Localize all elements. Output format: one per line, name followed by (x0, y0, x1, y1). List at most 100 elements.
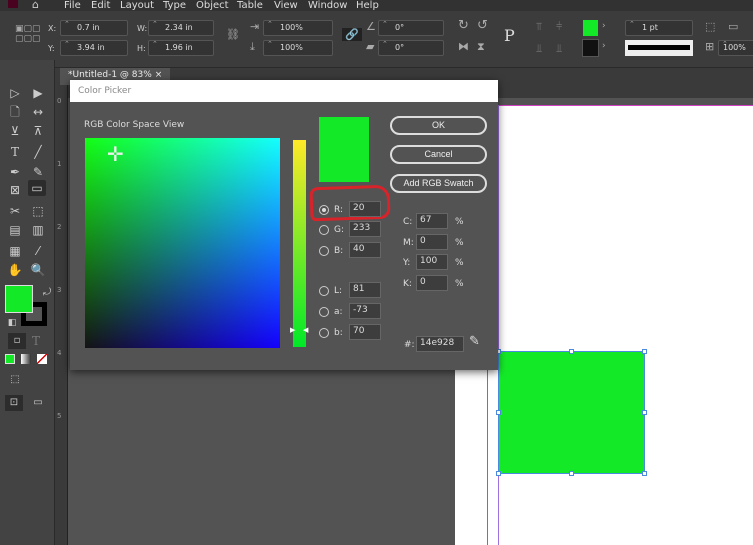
fill-swatch[interactable] (583, 20, 598, 36)
crosshair-icon[interactable]: ✛ (107, 144, 124, 164)
scale-y-field[interactable]: 100% (263, 40, 333, 56)
r-input[interactable]: 20 (349, 201, 381, 217)
gap-tool-icon[interactable]: ↔ (29, 104, 47, 120)
ok-button[interactable]: OK (390, 116, 487, 135)
distribute-bottom-icon[interactable]: ⫫ (556, 42, 562, 56)
apply-color-icon[interactable] (5, 354, 15, 364)
link-scale-icon[interactable]: 🔗 (342, 28, 362, 41)
lab-b-radio[interactable] (319, 328, 329, 338)
y-field[interactable]: 3.94 in (60, 40, 128, 56)
screen-mode-icon[interactable]: ⬚ (6, 372, 24, 388)
red-slider[interactable] (293, 140, 306, 347)
constrain-proportions-icon[interactable]: ⛓ (226, 28, 240, 41)
gradient-feather-tool-icon[interactable]: ▥ (29, 222, 47, 238)
menu-table[interactable]: Table (237, 0, 263, 11)
pen-tool-icon[interactable]: ✒ (6, 164, 24, 180)
x-field[interactable]: 0.7 in (60, 20, 128, 36)
preview-mode-icon[interactable]: ▭ (29, 395, 47, 411)
eyedropper-icon[interactable]: ✎ (469, 334, 480, 349)
height-field[interactable]: 1.96 in (148, 40, 214, 56)
b-radio[interactable] (319, 246, 329, 256)
default-colors-icon[interactable]: ◧ (3, 315, 21, 331)
selection-tool-icon[interactable]: ▷ (6, 85, 24, 101)
add-rgb-swatch-button[interactable]: Add RGB Swatch (390, 174, 487, 193)
g-radio[interactable] (319, 225, 329, 235)
type-tool-icon[interactable]: T (6, 144, 24, 160)
selection-handle[interactable] (496, 410, 501, 415)
rotate-ccw-icon[interactable]: ↺ (477, 18, 488, 33)
rotate-cw-icon[interactable]: ↻ (458, 18, 469, 33)
menu-file[interactable]: File (64, 0, 81, 11)
m-input[interactable]: 0 (416, 234, 448, 250)
menu-edit[interactable]: Edit (91, 0, 110, 11)
r-radio[interactable] (319, 205, 329, 215)
menu-type[interactable]: Type (163, 0, 186, 11)
hand-tool-icon[interactable]: ✋ (6, 262, 24, 278)
a-input[interactable]: -73 (349, 303, 381, 319)
page-tool-icon[interactable]: 🗋 (6, 104, 24, 120)
frame-fitting-icon[interactable]: ⬚ (705, 20, 715, 33)
menu-help[interactable]: Help (356, 0, 379, 11)
free-transform-tool-icon[interactable]: ⬚ (29, 203, 47, 219)
line-tool-icon[interactable]: ╱ (29, 144, 47, 160)
selection-handle[interactable] (642, 349, 647, 354)
color-field[interactable]: ✛ (85, 138, 280, 348)
hex-input[interactable]: 14e928 (416, 336, 464, 352)
k-input[interactable]: 0 (416, 275, 448, 291)
rotation-field[interactable]: 0° (378, 20, 444, 36)
selection-handle[interactable] (642, 410, 647, 415)
direct-selection-tool-icon[interactable]: ▶ (29, 85, 47, 101)
cancel-button[interactable]: Cancel (390, 145, 487, 164)
stroke-weight-field[interactable]: 1 pt (625, 20, 693, 36)
gradient-swatch-tool-icon[interactable]: ▤ (6, 222, 24, 238)
normal-view-icon[interactable]: ⊡ (5, 395, 23, 411)
flip-horizontal-icon[interactable]: ⧓ (458, 40, 469, 53)
eyedropper-tool-icon[interactable]: ⁄ (29, 243, 47, 259)
distribute-icon[interactable]: ⫩ (556, 20, 562, 34)
apply-none-icon[interactable] (37, 354, 47, 364)
menu-view[interactable]: View (274, 0, 298, 11)
l-input[interactable]: 81 (349, 282, 381, 298)
selection-handle[interactable] (496, 471, 501, 476)
flip-vertical-icon[interactable]: ⧗ (477, 40, 485, 54)
stroke-type-dropdown[interactable] (625, 40, 693, 56)
slider-handle-right-icon[interactable]: ◀ (303, 326, 308, 334)
scissors-tool-icon[interactable]: ✂ (6, 203, 24, 219)
menu-window[interactable]: Window (308, 0, 347, 11)
opacity-field[interactable]: 100% (718, 40, 753, 56)
shear-field[interactable]: 0° (378, 40, 444, 56)
home-icon[interactable]: ⌂ (32, 0, 39, 10)
selection-handle[interactable] (569, 349, 574, 354)
zoom-tool-icon[interactable]: 🔍 (29, 262, 47, 278)
slider-handle-left-icon[interactable]: ▶ (290, 326, 295, 334)
content-placer-icon[interactable]: ⊼ (29, 123, 47, 139)
align-icon[interactable]: ⫪ (536, 20, 542, 34)
a-radio[interactable] (319, 307, 329, 317)
p-icon[interactable]: P (504, 26, 515, 45)
note-tool-icon[interactable]: ▦ (6, 243, 24, 259)
y-input[interactable]: 100 (416, 254, 448, 270)
align-bottom-icon[interactable]: ⫫ (536, 42, 542, 56)
fill-color-box[interactable] (5, 285, 33, 313)
menu-object[interactable]: Object (196, 0, 229, 11)
content-fit-icon[interactable]: ▭ (728, 20, 738, 33)
c-input[interactable]: 67 (416, 213, 448, 229)
g-input[interactable]: 233 (349, 221, 381, 237)
lab-b-input[interactable]: 70 (349, 324, 381, 340)
pencil-tool-icon[interactable]: ✎ (29, 164, 47, 180)
reference-point-icon[interactable]: ▣▢▢ ▢▢▢ (15, 24, 41, 44)
selection-handle[interactable] (569, 471, 574, 476)
menu-layout[interactable]: Layout (120, 0, 154, 11)
selection-handle[interactable] (642, 471, 647, 476)
rectangle-frame-tool-icon[interactable]: ⊠ (6, 182, 24, 198)
scale-x-field[interactable]: 100% (263, 20, 333, 36)
b-input[interactable]: 40 (349, 242, 381, 258)
rectangle-tool-icon[interactable]: ▭ (28, 180, 46, 196)
content-collector-icon[interactable]: ⊻ (6, 123, 24, 139)
stroke-swatch[interactable] (582, 39, 599, 57)
swap-colors-icon[interactable]: ⤾ (38, 285, 56, 301)
close-tab-icon[interactable]: × (155, 70, 163, 80)
formatting-text-icon[interactable]: T (27, 333, 45, 349)
width-field[interactable]: 2.34 in (148, 20, 214, 36)
fill-dropdown-icon[interactable]: › (602, 21, 606, 31)
